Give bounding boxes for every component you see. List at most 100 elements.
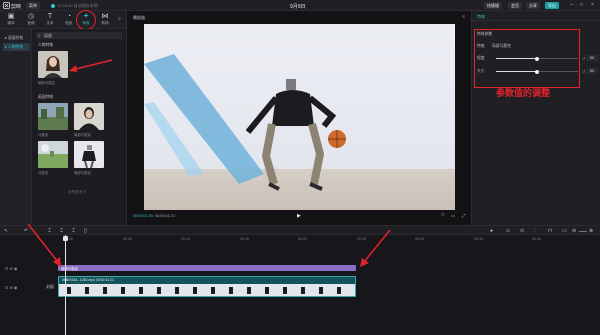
video-clip-label: 5b8b7d3d...1280.mp4 00:00:41:21: [62, 277, 114, 282]
member-button[interactable]: 会员: [508, 2, 522, 9]
expand-icon[interactable]: ⤢: [462, 213, 466, 218]
menu-button[interactable]: 菜单: [26, 2, 40, 9]
effect-clip[interactable]: 局部马赛克: [58, 265, 356, 271]
caption-icon[interactable]: ▭: [562, 228, 567, 234]
autosave-text: 13:33:30 自动保存本地: [57, 3, 98, 8]
fullscreen-crop-icon[interactable]: ⤧: [441, 213, 445, 218]
delete-icon[interactable]: ▯: [84, 228, 87, 234]
ruler-label: 00:30: [415, 237, 424, 241]
cover-button[interactable]: 封面: [46, 284, 54, 290]
size-slider-handle[interactable]: [535, 69, 539, 74]
effect-thumb-mosaic-2[interactable]: [38, 141, 68, 168]
tab-effect-props[interactable]: 特效: [477, 14, 485, 20]
ruler-label: 00:15: [240, 237, 249, 241]
link-icon[interactable]: ⊂: [506, 228, 510, 234]
timecode-current: 00:00:01:00: [133, 214, 154, 218]
section-title-person: 人物特效: [38, 43, 54, 47]
effect-name-label: 特效: [477, 44, 485, 48]
audio-icon: ◷: [27, 13, 35, 20]
annotation-arrow-icon: [69, 59, 113, 72]
project-title[interactable]: 9月9日: [290, 3, 306, 10]
nav-item-person-effects[interactable]: ▸ 人物特效: [3, 43, 30, 51]
select-tool-icon[interactable]: ↖: [4, 228, 8, 234]
media-icon: ▣: [7, 13, 15, 20]
effects-category-nav: ▸ 画面特效 ▸ 人物特效: [0, 29, 32, 225]
no-more-text: 没有更多了: [68, 190, 86, 194]
zoom-in-icon[interactable]: ⊕: [589, 228, 593, 234]
effect-thumb-local-mosaic-2[interactable]: [74, 103, 104, 130]
player-menu-icon[interactable]: ≡: [462, 14, 465, 20]
zoom-out-icon[interactable]: ⊖: [572, 228, 576, 234]
split-right-icon[interactable]: ⌶: [72, 228, 75, 234]
effect-thumb-mosaic-1[interactable]: [38, 103, 68, 130]
annotation-arrow-icon: [360, 229, 391, 267]
video-filmstrip-image: [59, 284, 355, 296]
param-degree-label: 程度: [477, 56, 485, 60]
video-track-controls-icon[interactable]: ⊡ ⊚ ◉: [5, 285, 17, 290]
ruler-label: 00:10: [181, 237, 190, 241]
effect-thumb-label: 马赛克: [38, 133, 49, 137]
effect-thumb-local-mosaic[interactable]: [38, 51, 68, 78]
param-size-label: 大小: [477, 69, 485, 73]
tab-transition[interactable]: ⋈ 转场: [96, 12, 114, 28]
effect-thumb-label: 局部马赛克: [38, 81, 55, 85]
properties-panel: 特效 特效参数 特效 局部马赛克 程度 ↺ 50 大小 ↺ 50: [472, 11, 600, 225]
effect-name-value: 局部马赛克: [492, 44, 511, 48]
ruler-label: 00:40: [532, 237, 541, 241]
effects-tab-highlight: [76, 10, 96, 30]
minimize-icon[interactable]: –: [568, 2, 575, 9]
size-value-input[interactable]: 50: [586, 68, 598, 74]
ruler-label: 00:20: [298, 237, 307, 241]
reset-degree-icon[interactable]: ↺: [582, 56, 585, 61]
search-input[interactable]: ⌕ 局部: [36, 32, 122, 39]
annotation-arrow-icon: [27, 223, 61, 267]
degree-slider-handle[interactable]: [535, 56, 539, 61]
search-icon: ⌕: [38, 33, 41, 38]
params-section-title: 特效参数: [477, 32, 493, 36]
effect-thumb-label: 局部马赛克: [74, 171, 91, 175]
share-button[interactable]: 分享: [526, 2, 540, 9]
play-icon[interactable]: ▶: [297, 213, 301, 219]
close-icon[interactable]: ×: [589, 2, 596, 9]
tab-text[interactable]: T 文本: [41, 12, 59, 28]
ruler-label: 00:35: [474, 237, 483, 241]
tab-transition-label: 转场: [101, 21, 109, 25]
export-button[interactable]: 导出: [545, 2, 559, 9]
text-icon: T: [47, 13, 53, 20]
zoom-slider[interactable]: [579, 230, 587, 232]
portrait-thumb-image: [38, 51, 68, 78]
more-tabs-icon[interactable]: »: [118, 16, 121, 22]
tab-media[interactable]: ▣ 媒体: [2, 12, 20, 28]
effect-thumb-local-mosaic-3[interactable]: [74, 141, 104, 168]
degree-value-input[interactable]: 50: [586, 55, 598, 61]
video-player: 播放器 ≡ 00:00:01:00 00:00:41:21 ▶ ⤧ ▭ ⤢: [126, 11, 472, 225]
magnet-icon[interactable]: ⊓: [548, 228, 552, 234]
annotation-param-adjust: 参数值的调整: [496, 88, 551, 98]
shortcut-button[interactable]: 快捷键: [484, 2, 502, 9]
ratio-icon[interactable]: ▭: [451, 213, 455, 219]
tab-audio-label: 音频: [27, 21, 35, 25]
video-clip[interactable]: 5b8b7d3d...1280.mp4 00:00:41:21: [58, 276, 356, 297]
tab-text-label: 文本: [46, 21, 54, 25]
video-preview[interactable]: [144, 24, 455, 210]
nav-item-screen-effects[interactable]: ▸ 画面特效: [3, 34, 30, 42]
timecode-total: 00:00:41:21: [155, 214, 176, 218]
ruler-label: 00:05: [123, 237, 132, 241]
fx-track-lock-icon[interactable]: ⊡ ⊚ ◉: [5, 266, 17, 271]
snap-icon[interactable]: ⫶: [534, 228, 535, 234]
section-title-screen: 画面特效: [38, 95, 54, 99]
maximize-icon[interactable]: □: [578, 2, 585, 9]
video-frame-image: [144, 24, 455, 210]
title-bar: 剪映 菜单 13:33:30 自动保存本地 9月9日 快捷键 会员 分享 导出 …: [0, 0, 600, 11]
preview-axis-icon[interactable]: ⊙: [520, 228, 524, 234]
autosave-dot-icon: [51, 3, 55, 8]
timeline: 00:00 00:05 00:10 00:15 00:20 00:25 00:3…: [0, 235, 600, 335]
size-slider-fill: [496, 71, 537, 72]
person-thumb-image: [74, 141, 104, 168]
tab-audio[interactable]: ◷ 音频: [22, 12, 40, 28]
nav-item-label: 画面特效: [7, 36, 24, 40]
player-title: 播放器: [133, 15, 145, 20]
microphone-icon[interactable]: ●: [490, 228, 493, 234]
reset-size-icon[interactable]: ↺: [582, 69, 585, 74]
search-value: 局部: [44, 33, 52, 38]
